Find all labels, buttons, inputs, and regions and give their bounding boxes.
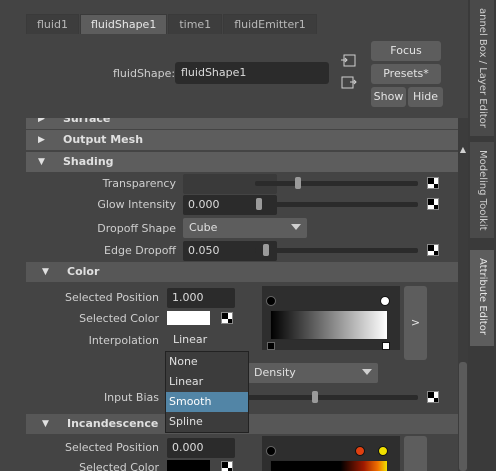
chevron-down-icon bbox=[362, 369, 372, 375]
tab-channel-box-layer-editor[interactable]: annel Box / Layer Editor bbox=[470, 0, 494, 136]
color-input-dropdown[interactable]: Density bbox=[248, 363, 378, 383]
interpolation-options-menu: None Linear Smooth Spline bbox=[165, 351, 249, 433]
section-label: Output Mesh bbox=[63, 133, 144, 146]
color-interpolation-dropdown[interactable]: Linear bbox=[167, 330, 247, 350]
incandescence-ramp-gradient[interactable] bbox=[270, 460, 388, 471]
section-shading[interactable]: ▼ Shading bbox=[26, 152, 458, 172]
collapse-arrow-icon: ▼ bbox=[38, 157, 45, 167]
incandescence-marker-2[interactable] bbox=[355, 446, 365, 456]
dropoff-shape-label: Dropoff Shape bbox=[97, 222, 176, 235]
scroll-up-arrow-icon[interactable]: ▲ bbox=[459, 146, 467, 154]
edge-dropoff-slider[interactable] bbox=[255, 248, 418, 253]
color-selected-color-label: Selected Color bbox=[79, 312, 159, 325]
collapse-arrow-icon: ▼ bbox=[42, 267, 49, 277]
dropdown-value: Linear bbox=[173, 333, 208, 346]
menu-item-none[interactable]: None bbox=[166, 352, 248, 372]
color-ramp-gradient[interactable] bbox=[270, 310, 388, 340]
color-input-bias-label: Input Bias bbox=[103, 391, 159, 404]
copy-tab-icon[interactable] bbox=[341, 76, 357, 90]
section-color[interactable]: ▼ Color bbox=[26, 262, 458, 282]
edge-dropoff-slider-thumb[interactable] bbox=[263, 244, 269, 256]
map-button-icon[interactable] bbox=[427, 391, 439, 403]
section-label: Incandescence bbox=[67, 417, 159, 430]
edge-dropoff-label: Edge Dropoff bbox=[104, 244, 176, 257]
transparency-label: Transparency bbox=[102, 177, 176, 190]
focus-button[interactable]: Focus bbox=[371, 41, 441, 61]
menu-item-smooth[interactable]: Smooth bbox=[166, 392, 248, 412]
glow-intensity-slider-thumb[interactable] bbox=[256, 198, 262, 210]
show-button[interactable]: Show bbox=[371, 87, 406, 107]
section-label: Color bbox=[67, 265, 100, 278]
color-selected-position-label: Selected Position bbox=[64, 291, 159, 304]
incandescence-marker-1[interactable] bbox=[266, 446, 276, 456]
tab-modeling-toolkit[interactable]: Modeling Toolkit bbox=[470, 142, 494, 238]
load-selected-icon[interactable] bbox=[341, 54, 357, 68]
shape-name-label: fluidShape: bbox=[113, 67, 176, 80]
ramp-marker-end[interactable] bbox=[380, 296, 390, 306]
map-button-icon[interactable] bbox=[221, 312, 233, 324]
menu-item-linear[interactable]: Linear bbox=[166, 372, 248, 392]
map-button-icon[interactable] bbox=[427, 244, 439, 256]
node-tab-strip: fluid1 fluidShape1 time1 fluidEmitter1 bbox=[26, 14, 318, 34]
section-output-mesh[interactable]: ▶ Output Mesh bbox=[26, 130, 458, 150]
color-interpolation-label: Interpolation bbox=[88, 334, 159, 347]
section-label: Surface bbox=[63, 118, 111, 125]
tab-fluidemitter1[interactable]: fluidEmitter1 bbox=[223, 14, 317, 34]
scrollbar-thumb[interactable] bbox=[459, 362, 467, 471]
section-label: Shading bbox=[63, 155, 114, 168]
expand-arrow-icon: ▶ bbox=[38, 118, 45, 124]
glow-intensity-label: Glow Intensity bbox=[97, 198, 176, 211]
incandescence-selected-color-swatch[interactable] bbox=[167, 460, 210, 471]
collapse-arrow-icon: ▼ bbox=[42, 419, 49, 429]
presets-button[interactable]: Presets* bbox=[371, 64, 441, 84]
expand-arrow-icon: ▶ bbox=[38, 135, 45, 145]
tab-time1[interactable]: time1 bbox=[168, 14, 223, 34]
map-button-icon[interactable] bbox=[427, 177, 439, 189]
hide-button[interactable]: Hide bbox=[408, 87, 443, 107]
color-ramp-expand-button[interactable]: > bbox=[404, 286, 427, 360]
section-surface[interactable]: ▶ Surface bbox=[26, 118, 458, 129]
transparency-slider-thumb[interactable] bbox=[295, 177, 301, 189]
dropdown-value: Cube bbox=[189, 221, 218, 234]
color-selected-color-swatch[interactable] bbox=[167, 311, 210, 325]
glow-intensity-slider[interactable] bbox=[255, 202, 418, 207]
color-selected-position-field[interactable]: 1.000 bbox=[167, 288, 235, 308]
incandescence-ramp-expand-button[interactable] bbox=[404, 436, 427, 471]
transparency-slider[interactable] bbox=[255, 181, 418, 186]
color-input-bias-slider[interactable] bbox=[248, 395, 418, 400]
color-input-bias-slider-thumb[interactable] bbox=[312, 391, 318, 403]
shape-name-field[interactable]: fluidShape1 bbox=[175, 62, 329, 84]
incandescence-selected-color-label: Selected Color bbox=[79, 461, 159, 471]
incandescence-selected-position-field[interactable]: 0.000 bbox=[167, 438, 235, 458]
tab-fluid1[interactable]: fluid1 bbox=[26, 14, 79, 34]
dropdown-value: Density bbox=[254, 366, 296, 379]
incandescence-marker-3[interactable] bbox=[378, 446, 388, 456]
incandescence-selected-position-label: Selected Position bbox=[64, 441, 159, 454]
dropoff-shape-dropdown[interactable]: Cube bbox=[183, 218, 307, 238]
chevron-down-icon bbox=[291, 224, 301, 230]
ramp-square-marker-start[interactable] bbox=[267, 342, 275, 350]
ramp-square-marker-end[interactable] bbox=[382, 342, 390, 350]
menu-item-spline[interactable]: Spline bbox=[166, 412, 248, 432]
tab-attribute-editor[interactable]: Attribute Editor bbox=[470, 250, 494, 346]
ramp-marker-start[interactable] bbox=[266, 296, 276, 306]
map-button-icon[interactable] bbox=[221, 461, 233, 471]
tab-fluidshape1[interactable]: fluidShape1 bbox=[79, 14, 168, 34]
map-button-icon[interactable] bbox=[427, 198, 439, 210]
